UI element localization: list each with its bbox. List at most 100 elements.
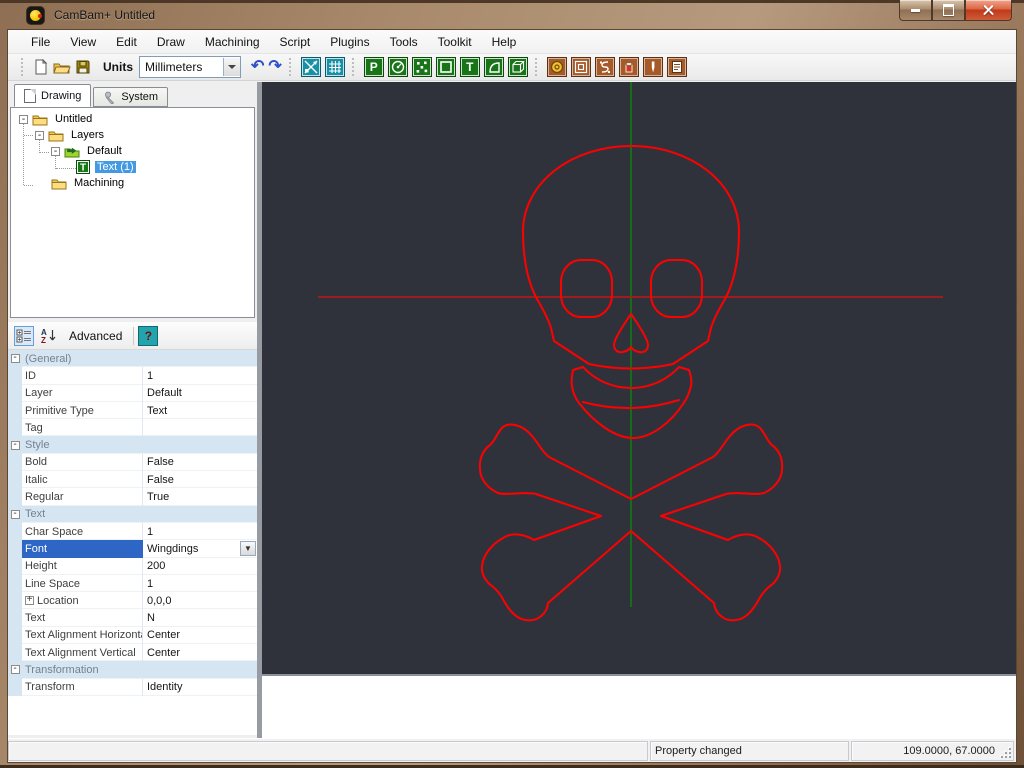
- property-row[interactable]: Regular True: [8, 488, 257, 505]
- maximize-button[interactable]: [932, 0, 965, 21]
- property-value-cell[interactable]: Center: [143, 644, 257, 661]
- property-row[interactable]: Font Wingdings▼: [8, 540, 257, 557]
- save-button[interactable]: [75, 56, 91, 78]
- property-row[interactable]: ID 1: [8, 367, 257, 384]
- category-expander-icon[interactable]: -: [11, 441, 20, 450]
- open-file-button[interactable]: [53, 56, 71, 78]
- property-row[interactable]: - Transformation: [8, 661, 257, 678]
- property-row[interactable]: - Text: [8, 506, 257, 523]
- property-name-cell[interactable]: Bold: [22, 454, 143, 471]
- property-row[interactable]: Primitive Type Text: [8, 402, 257, 419]
- tree-item-default-layer[interactable]: - Default: [51, 143, 124, 159]
- property-name-cell[interactable]: Layer: [22, 385, 143, 402]
- property-value-cell[interactable]: N: [143, 609, 257, 626]
- property-value-cell[interactable]: False: [143, 454, 257, 471]
- tree-item-untitled[interactable]: - Untitled: [19, 111, 94, 127]
- draw-circle-button[interactable]: [388, 57, 408, 77]
- drawing-tree[interactable]: - Untitled - Layers - Default T Text (1): [10, 107, 255, 318]
- property-row[interactable]: Transform Identity: [8, 679, 257, 696]
- property-name-cell[interactable]: Italic: [22, 471, 143, 488]
- property-row[interactable]: Italic False: [8, 471, 257, 488]
- property-row[interactable]: Text Alignment Vertical Center: [8, 644, 257, 661]
- property-row[interactable]: +Location 0,0,0: [8, 592, 257, 609]
- menu-item[interactable]: Machining: [196, 32, 269, 52]
- property-value-cell[interactable]: False: [143, 471, 257, 488]
- minimize-button[interactable]: [899, 0, 932, 21]
- menu-item[interactable]: Help: [483, 32, 526, 52]
- category-expander-icon[interactable]: -: [11, 510, 20, 519]
- tree-item-text-entity[interactable]: T Text (1): [76, 159, 136, 175]
- property-name-cell[interactable]: Char Space: [22, 523, 143, 540]
- draw-arc-button[interactable]: [484, 57, 504, 77]
- property-value-cell[interactable]: 1: [143, 575, 257, 592]
- help-button[interactable]: ?: [138, 326, 158, 346]
- new-file-button[interactable]: [33, 56, 49, 78]
- combo-dropdown-button[interactable]: [223, 58, 240, 76]
- drawing-viewport[interactable]: [262, 82, 1016, 674]
- category-expander-icon[interactable]: -: [11, 665, 20, 674]
- property-value-cell[interactable]: Default: [143, 385, 257, 402]
- property-value-cell[interactable]: Identity: [143, 679, 257, 696]
- property-value-cell[interactable]: Text: [143, 402, 257, 419]
- toolbar-grip[interactable]: [21, 58, 26, 76]
- property-name-cell[interactable]: Text: [22, 609, 143, 626]
- undo-button[interactable]: ↶: [251, 56, 264, 78]
- units-combobox[interactable]: Millimeters: [139, 56, 241, 78]
- property-name-cell[interactable]: (General): [22, 350, 257, 367]
- property-row[interactable]: - Style: [8, 436, 257, 453]
- property-name-cell[interactable]: Text Alignment Horizontal: [22, 627, 143, 644]
- draw-text-button[interactable]: T: [460, 57, 480, 77]
- expander-icon[interactable]: -: [19, 115, 28, 124]
- machining-lathe-button[interactable]: [619, 57, 639, 77]
- menu-item[interactable]: Script: [271, 32, 320, 52]
- dropdown-button-icon[interactable]: ▼: [240, 541, 256, 555]
- grid-toggle-button[interactable]: [325, 57, 345, 77]
- menu-item[interactable]: Draw: [148, 32, 194, 52]
- drawing-canvas[interactable]: [262, 82, 1016, 674]
- draw-points-button[interactable]: [412, 57, 432, 77]
- property-row[interactable]: Char Space 1: [8, 523, 257, 540]
- property-value-cell[interactable]: Center: [143, 627, 257, 644]
- menu-item[interactable]: Toolkit: [429, 32, 481, 52]
- toolbar-grip[interactable]: [535, 58, 540, 76]
- property-row[interactable]: Bold False: [8, 454, 257, 471]
- property-row[interactable]: Height 200: [8, 558, 257, 575]
- close-button[interactable]: [965, 0, 1012, 21]
- property-name-cell[interactable]: ID: [22, 367, 143, 384]
- tab-system[interactable]: System: [93, 87, 168, 107]
- tree-item-machining[interactable]: Machining: [51, 175, 126, 191]
- property-name-cell[interactable]: Height: [22, 558, 143, 575]
- property-value-cell[interactable]: 1: [143, 523, 257, 540]
- tree-item-layers[interactable]: - Layers: [35, 127, 106, 143]
- advanced-button[interactable]: Advanced: [62, 327, 129, 345]
- machining-drill-button[interactable]: [547, 57, 567, 77]
- property-value-cell[interactable]: 1: [143, 367, 257, 384]
- menu-item[interactable]: Plugins: [321, 32, 378, 52]
- alphabetical-sort-button[interactable]: A Z: [38, 326, 58, 346]
- category-expander-icon[interactable]: -: [11, 354, 20, 363]
- menu-item[interactable]: Edit: [107, 32, 146, 52]
- property-value-cell[interactable]: [143, 419, 257, 436]
- machining-profile-button[interactable]: [595, 57, 615, 77]
- property-name-cell[interactable]: Style: [22, 436, 257, 453]
- skull-left-eye[interactable]: [561, 260, 612, 317]
- menu-item[interactable]: Tools: [381, 32, 427, 52]
- machining-pocket-button[interactable]: [571, 57, 591, 77]
- draw-rectangle-button[interactable]: [436, 57, 456, 77]
- categorized-view-button[interactable]: [14, 326, 34, 346]
- expander-icon[interactable]: -: [51, 147, 60, 156]
- property-value-cell[interactable]: Wingdings▼: [143, 540, 257, 557]
- property-name-cell[interactable]: Text: [22, 506, 257, 523]
- property-row[interactable]: Tag: [8, 419, 257, 436]
- skull-right-eye[interactable]: [651, 260, 702, 317]
- property-row[interactable]: Text N: [8, 609, 257, 626]
- redo-button[interactable]: ↷: [268, 56, 281, 78]
- resize-grip[interactable]: [1001, 748, 1011, 758]
- expand-icon[interactable]: +: [25, 596, 34, 605]
- toolbar-grip[interactable]: [352, 58, 357, 76]
- tab-drawing[interactable]: Drawing: [14, 84, 91, 107]
- property-row[interactable]: - (General): [8, 350, 257, 367]
- property-name-cell[interactable]: Font: [22, 540, 143, 557]
- machining-engrave-button[interactable]: [643, 57, 663, 77]
- property-value-cell[interactable]: 200: [143, 558, 257, 575]
